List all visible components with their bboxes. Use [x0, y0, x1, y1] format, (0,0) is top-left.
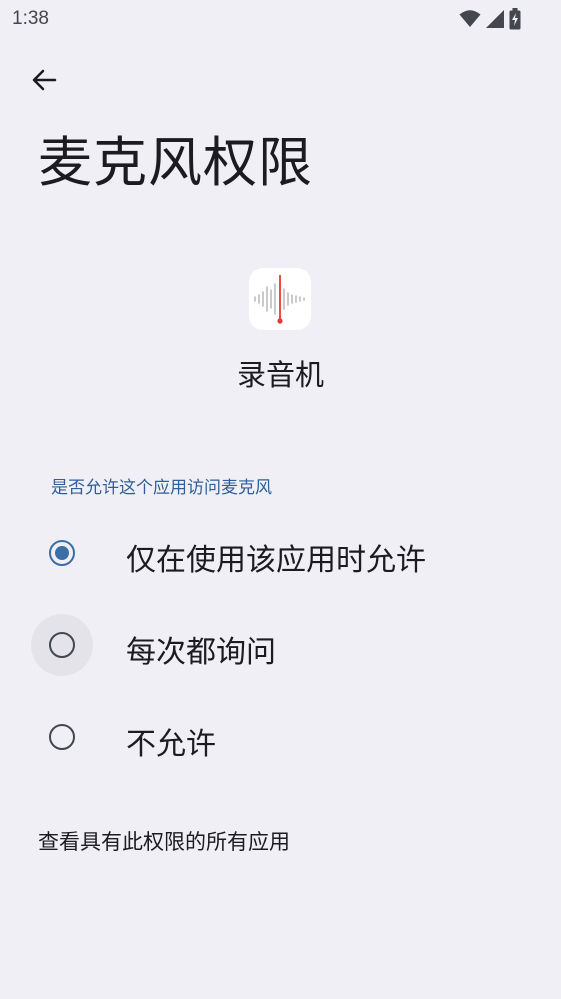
- radio-button-wrapper: [31, 706, 93, 768]
- option-ask-every-time[interactable]: 每次都询问: [0, 599, 561, 691]
- view-all-apps-link[interactable]: 查看具有此权限的所有应用: [38, 826, 290, 856]
- option-deny[interactable]: 不允许: [0, 691, 561, 783]
- arrow-back-icon: [31, 67, 57, 97]
- option-label: 仅在使用该应用时允许: [126, 543, 426, 578]
- section-header: 是否允许这个应用访问麦克风: [51, 478, 272, 498]
- cell-signal-icon: [485, 9, 505, 33]
- status-time: 1:38: [12, 8, 49, 29]
- radio-unselected-icon[interactable]: [49, 724, 75, 750]
- radio-unselected-icon[interactable]: [49, 632, 75, 658]
- radio-dot: [55, 546, 69, 560]
- wifi-icon: [459, 9, 481, 33]
- app-name: 录音机: [236, 358, 324, 392]
- option-label: 不允许: [126, 727, 216, 762]
- radio-button-wrapper: [31, 522, 93, 584]
- radio-button-wrapper: [31, 614, 93, 676]
- radio-selected-icon[interactable]: [49, 540, 75, 566]
- status-icons: [459, 8, 521, 34]
- page-title: 麦克风权限: [38, 131, 313, 194]
- back-button[interactable]: [22, 60, 66, 104]
- voice-recorder-icon: [249, 268, 311, 330]
- option-label: 每次都询问: [126, 635, 276, 670]
- battery-charging-icon: [509, 8, 521, 34]
- option-allow-while-using[interactable]: 仅在使用该应用时允许: [0, 507, 561, 599]
- status-bar: 1:38: [0, 0, 561, 38]
